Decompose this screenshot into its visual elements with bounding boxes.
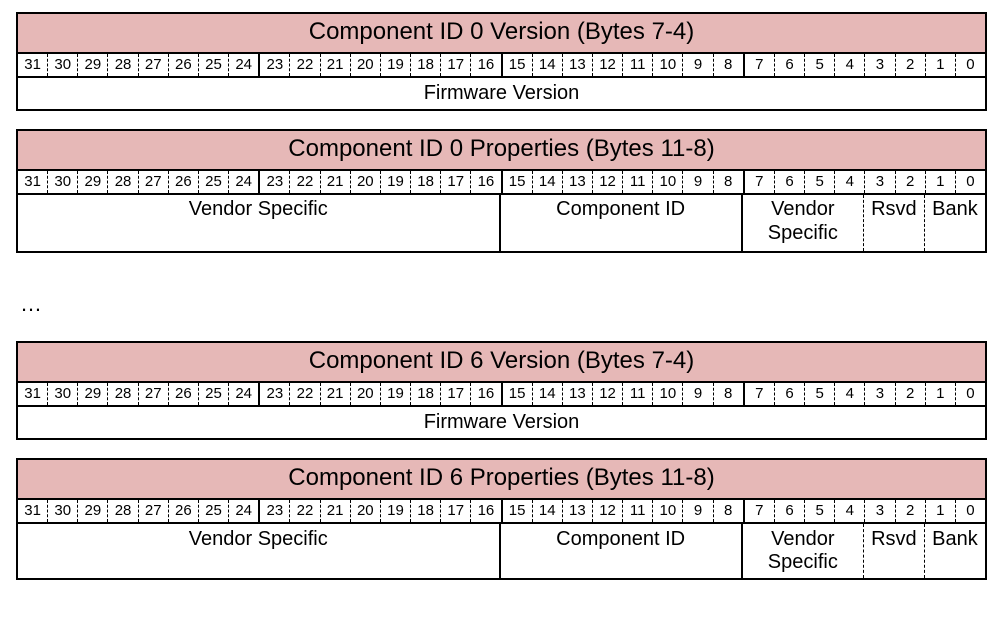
register-block: Component ID 0 Properties (Bytes 11-8) 3… xyxy=(16,129,987,253)
field-vendor-specific-low: Vendor Specific xyxy=(743,524,864,578)
register-block: Component ID 6 Properties (Bytes 11-8) 3… xyxy=(16,458,987,580)
field-row: Firmware Version xyxy=(18,407,985,438)
field-bank: Bank xyxy=(925,195,985,251)
register-title: Component ID 6 Properties (Bytes 11-8) xyxy=(18,460,985,500)
field-row: Vendor Specific Component ID Vendor Spec… xyxy=(18,195,985,251)
bit-ruler: 3130292827262524 2322212019181716 151413… xyxy=(18,54,985,78)
field-reserved: Rsvd xyxy=(864,524,925,578)
field-firmware-version: Firmware Version xyxy=(18,78,985,109)
register-title: Component ID 0 Properties (Bytes 11-8) xyxy=(18,131,985,171)
field-row: Firmware Version xyxy=(18,78,985,109)
field-firmware-version: Firmware Version xyxy=(18,407,985,438)
field-vendor-specific: Vendor Specific xyxy=(18,524,501,578)
register-title: Component ID 0 Version (Bytes 7-4) xyxy=(18,14,985,54)
field-component-id: Component ID xyxy=(501,524,743,578)
field-vendor-specific-low: Vendor Specific xyxy=(743,195,864,251)
field-reserved: Rsvd xyxy=(864,195,925,251)
ellipsis: … xyxy=(16,271,987,341)
field-component-id: Component ID xyxy=(501,195,743,251)
register-title: Component ID 6 Version (Bytes 7-4) xyxy=(18,343,985,383)
field-bank: Bank xyxy=(925,524,985,578)
bit-ruler: 3130292827262524 2322212019181716 151413… xyxy=(18,500,985,524)
register-block: Component ID 0 Version (Bytes 7-4) 31302… xyxy=(16,12,987,111)
bit-ruler: 3130292827262524 2322212019181716 151413… xyxy=(18,171,985,195)
register-block: Component ID 6 Version (Bytes 7-4) 31302… xyxy=(16,341,987,440)
field-row: Vendor Specific Component ID Vendor Spec… xyxy=(18,524,985,578)
bit-ruler: 3130292827262524 2322212019181716 151413… xyxy=(18,383,985,407)
field-vendor-specific: Vendor Specific xyxy=(18,195,501,251)
